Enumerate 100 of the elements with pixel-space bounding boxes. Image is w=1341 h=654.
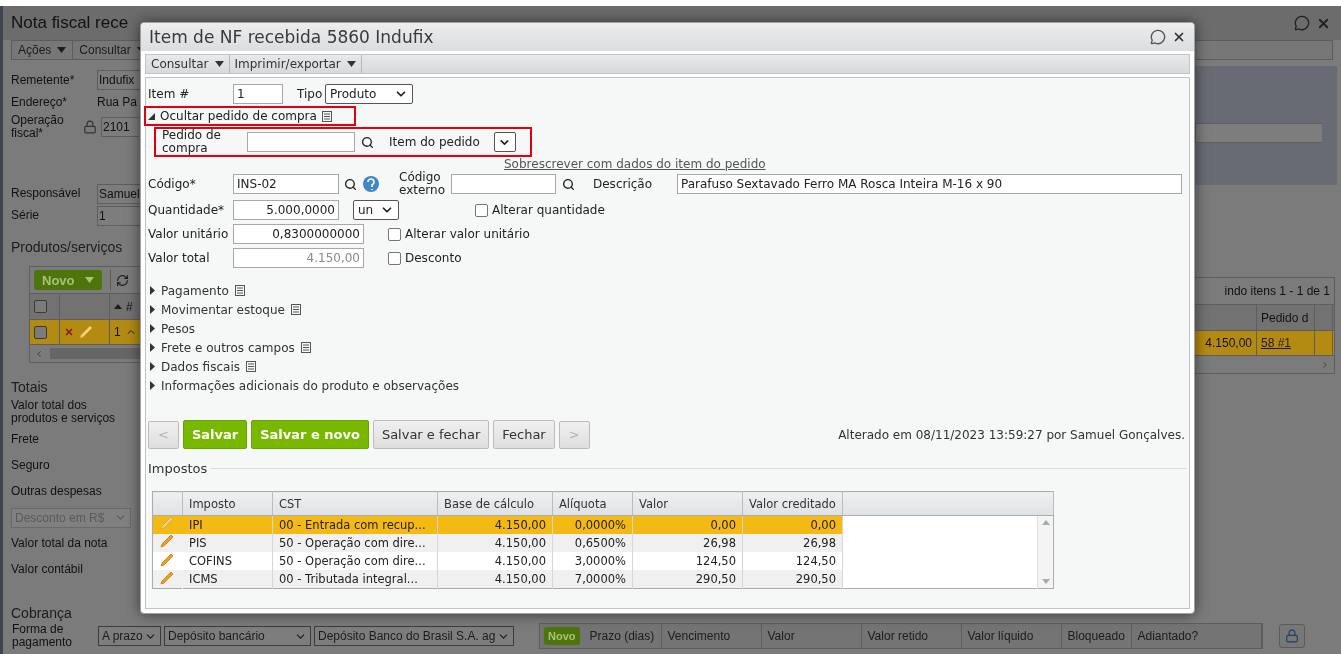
input-field[interactable]: 5.000,0000 bbox=[233, 200, 339, 220]
input-field[interactable]: 0,8300000000 bbox=[233, 224, 364, 244]
total-label: Seguro bbox=[11, 459, 51, 473]
section-toggle[interactable]: Ocultar pedido de compra bbox=[146, 109, 334, 123]
lock-button[interactable] bbox=[1278, 624, 1305, 648]
section-toggle[interactable]: Pagamento bbox=[148, 281, 245, 300]
column-header: Bloqueado bbox=[1061, 624, 1132, 648]
select-field[interactable]: Depósito Banco do Brasil S.A. ag bbox=[314, 626, 514, 646]
input-field[interactable]: Parafuso Sextavado Ferro MA Rosca Inteira M-16 x 90 bbox=[677, 174, 1182, 194]
column-header bbox=[152, 491, 183, 516]
arrow-icon[interactable] bbox=[1041, 520, 1050, 525]
refresh-icon bbox=[115, 273, 129, 287]
table-cell: 7,0000% bbox=[552, 570, 633, 589]
total-label: Valor total da nota bbox=[11, 537, 109, 551]
table-cell: 4.150,00 bbox=[437, 570, 553, 589]
unit-select[interactable]: un bbox=[353, 200, 399, 220]
row-selector[interactable] bbox=[152, 570, 183, 589]
input-field[interactable] bbox=[451, 174, 556, 194]
column-header: Alíquota bbox=[552, 491, 633, 516]
type-select[interactable]: Produto bbox=[325, 84, 413, 104]
lock-icon bbox=[83, 120, 97, 134]
item-select[interactable] bbox=[494, 132, 516, 152]
field-label: Pedido de compra bbox=[162, 129, 222, 155]
overwrite-link[interactable]: Sobrescrever com dados do item do pedido bbox=[504, 157, 766, 171]
field-label: Item # bbox=[148, 87, 191, 101]
input-field[interactable]: INS-02 bbox=[233, 174, 339, 194]
table-cell: 124,50 bbox=[632, 552, 743, 571]
checkbox[interactable] bbox=[34, 325, 47, 339]
column-header: Valor retido bbox=[861, 624, 962, 648]
column-header: Valor bbox=[632, 491, 743, 516]
order-link[interactable]: 58 #1 bbox=[1261, 336, 1292, 350]
field-label: Valor unitário bbox=[148, 227, 230, 241]
column-header: CST bbox=[272, 491, 438, 516]
search-icon[interactable] bbox=[562, 177, 575, 191]
input-field[interactable]: 1 bbox=[233, 84, 283, 104]
column-header: Prazo (dias) bbox=[583, 624, 662, 648]
lock-icon bbox=[1284, 629, 1299, 643]
menu-button[interactable]: Imprimir/exportar bbox=[229, 55, 362, 73]
table-cell: 50 - Operação com dire... bbox=[272, 552, 438, 571]
section-title: Impostos bbox=[148, 460, 209, 476]
section-title: Cobrança bbox=[11, 604, 73, 622]
arrow-icon[interactable] bbox=[1041, 579, 1050, 584]
circle-icon[interactable] bbox=[363, 176, 379, 192]
checkbox-label: Alterar quantidade bbox=[492, 203, 605, 217]
select-field[interactable]: Depósito bancário bbox=[164, 626, 311, 646]
comment-icon[interactable] bbox=[1294, 15, 1310, 31]
column-header: Base de cálculo bbox=[437, 491, 553, 516]
input-field[interactable]: Samuel bbox=[97, 183, 140, 204]
action-button[interactable]: Fechar bbox=[493, 420, 555, 449]
table-cell: ICMS bbox=[182, 570, 273, 589]
input-field[interactable] bbox=[1195, 123, 1322, 143]
pencil-icon[interactable] bbox=[78, 325, 94, 340]
total-label: Outras despesas bbox=[11, 485, 103, 499]
table-row[interactable]: 1 bbox=[30, 320, 140, 346]
column-header: Valor líquido bbox=[961, 624, 1062, 648]
column-header: Valor bbox=[761, 624, 862, 648]
checkbox[interactable] bbox=[34, 300, 47, 314]
row-selector[interactable] bbox=[152, 533, 183, 552]
input-field[interactable] bbox=[247, 132, 355, 152]
field-label: Código externo bbox=[399, 171, 447, 197]
table-cell: 4.150,00 bbox=[437, 552, 553, 571]
input-field[interactable]: 2101 bbox=[101, 117, 139, 137]
close-icon[interactable] bbox=[1172, 30, 1186, 44]
checkbox-label: Alterar valor unitário bbox=[405, 227, 530, 241]
action-button[interactable]: Salvar e fechar bbox=[372, 420, 490, 449]
sort-icon bbox=[114, 304, 122, 310]
checkbox[interactable] bbox=[475, 203, 488, 217]
column-header: Pedido d bbox=[1257, 305, 1315, 330]
field-label: Série bbox=[11, 209, 40, 223]
row-selector[interactable] bbox=[152, 552, 183, 571]
section-toggle[interactable]: Informações adicionais do produto e observações bbox=[148, 376, 460, 395]
field-label: Endereço* bbox=[11, 95, 69, 109]
section-title: Totais bbox=[11, 378, 49, 396]
field-label: Item do pedido bbox=[389, 135, 481, 149]
note-icon bbox=[321, 110, 332, 122]
delete-icon[interactable] bbox=[64, 327, 74, 338]
column-header: Valor creditado bbox=[742, 491, 843, 516]
section-toggle[interactable]: Frete e outros campos bbox=[148, 338, 311, 357]
table-cell: 00 - Tributada integral... bbox=[272, 570, 438, 589]
field-value: Rua Pa bbox=[97, 95, 138, 109]
search-icon[interactable] bbox=[344, 177, 357, 191]
total-label: Valor total dos produtos e serviços bbox=[11, 398, 117, 425]
checkbox-label: Desconto bbox=[405, 251, 462, 265]
total-label: Valor contábil bbox=[11, 563, 84, 577]
column-header: Imposto bbox=[182, 491, 273, 516]
field-label: Descrição bbox=[593, 177, 654, 191]
menu-button[interactable]: Consultar bbox=[146, 55, 230, 73]
section-toggle[interactable]: Movimentar estoque bbox=[148, 300, 301, 319]
section-toggle[interactable]: Pesos bbox=[148, 319, 196, 338]
section-toggle[interactable]: Dados fiscais bbox=[148, 357, 256, 376]
total-label: Frete bbox=[11, 433, 40, 447]
input-field[interactable]: Indufix bbox=[97, 70, 140, 90]
select-field[interactable]: A prazo bbox=[98, 626, 161, 646]
menu-button[interactable]: Ações bbox=[12, 41, 74, 59]
field-label: Remetente* bbox=[11, 73, 76, 87]
input-field[interactable]: 1 bbox=[97, 205, 140, 226]
checkbox[interactable] bbox=[388, 227, 401, 241]
search-icon[interactable] bbox=[361, 135, 374, 149]
table-cell: 290,50 bbox=[742, 570, 843, 589]
comment-icon[interactable] bbox=[1150, 29, 1166, 45]
